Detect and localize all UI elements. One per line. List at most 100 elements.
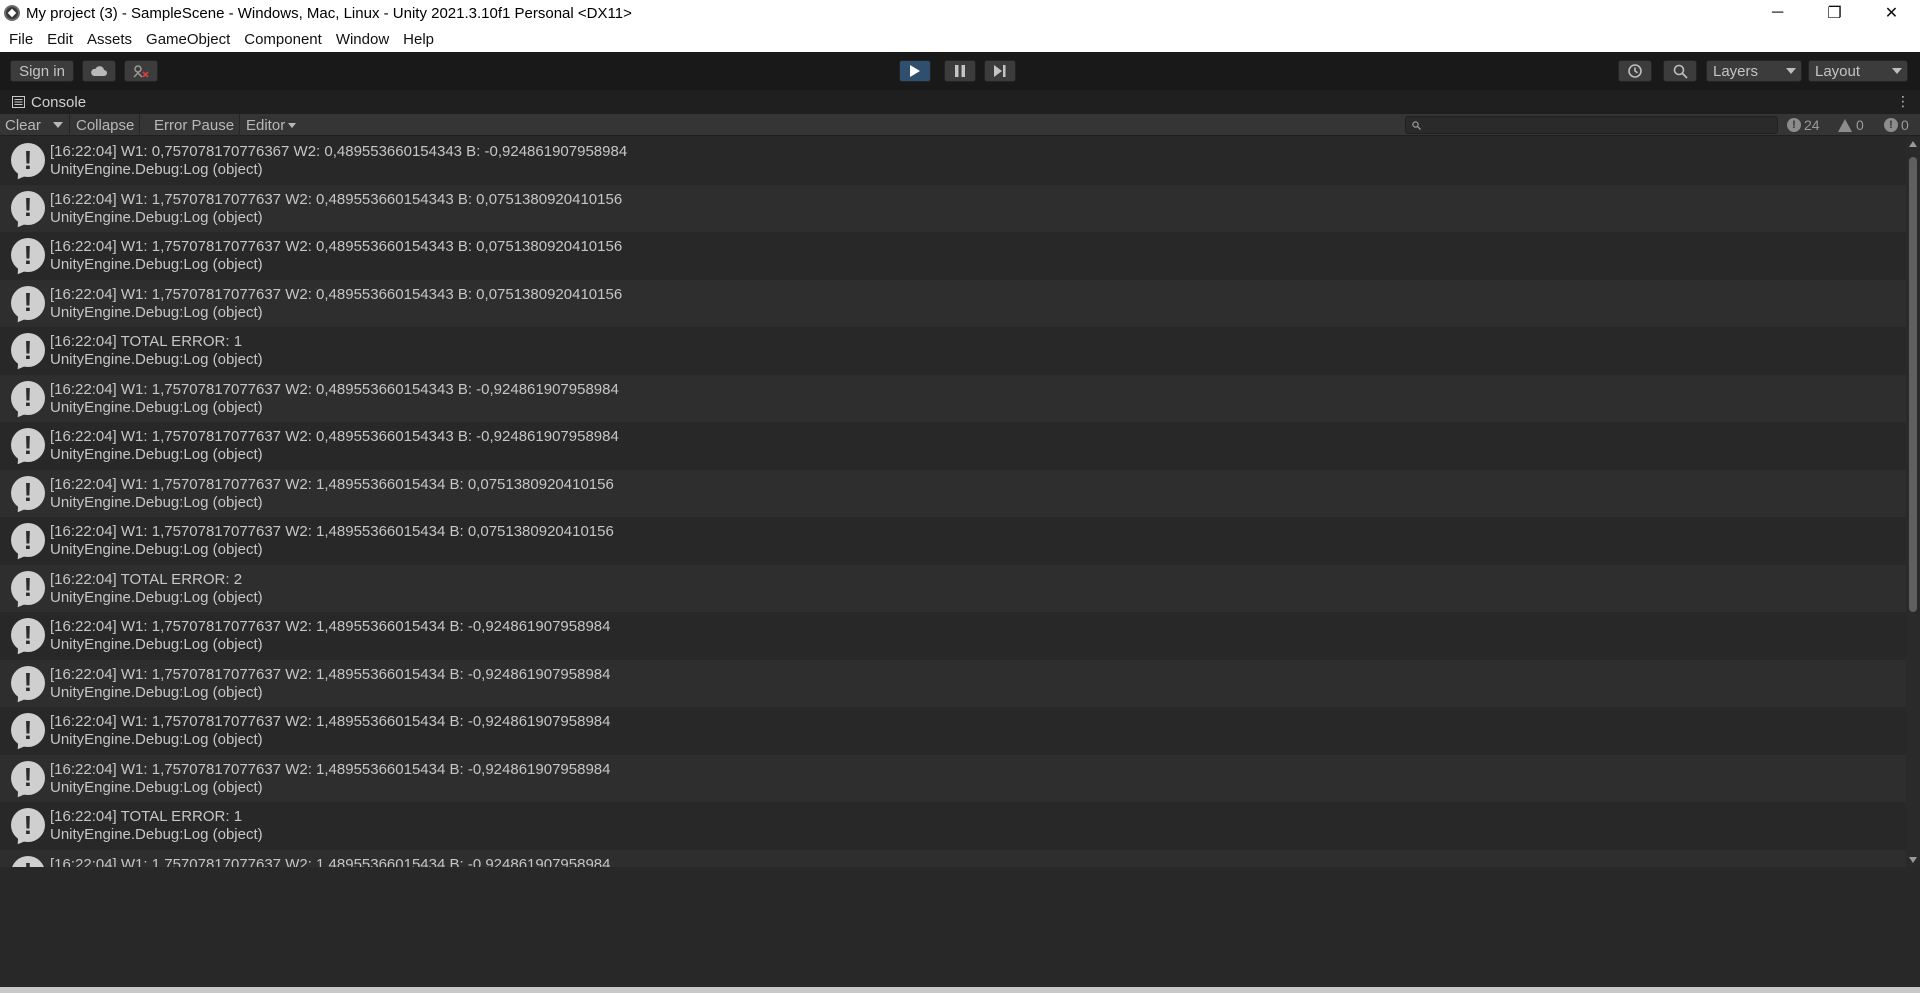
- log-source: UnityEngine.Debug:Log (object): [50, 446, 263, 463]
- menu-component[interactable]: Component: [237, 31, 329, 48]
- log-info-icon: !: [11, 570, 45, 605]
- log-message: [16:22:04] W1: 1,75707817077637 W2: 0,48…: [50, 285, 623, 303]
- log-entry[interactable]: ! [16:22:04] W1: 1,75707817077637 W2: 1,4…: [0, 849, 1906, 868]
- log-scrollbar[interactable]: [1906, 137, 1920, 867]
- console-search-input[interactable]: [1405, 116, 1778, 134]
- layout-dropdown[interactable]: Layout: [1808, 60, 1908, 82]
- warning-count: 0: [1856, 117, 1864, 133]
- log-entry[interactable]: ! [16:22:04] W1: 1,75707817077637 W2: 1,4…: [0, 517, 1906, 565]
- menu-edit[interactable]: Edit: [40, 31, 80, 48]
- log-info-icon: !: [11, 713, 45, 747]
- minimize-button[interactable]: ─: [1749, 0, 1806, 26]
- log-count-toggle[interactable]: ! 24: [1787, 114, 1820, 136]
- log-entry[interactable]: ! [16:22:04] W1: 1,75707817077637 W2: 0,4…: [0, 422, 1906, 470]
- title-bar: My project (3) - SampleScene - Windows, …: [0, 0, 1920, 26]
- log-entry[interactable]: ! [16:22:04] W1: 1,75707817077637 W2: 1,4…: [0, 754, 1906, 802]
- log-info-icon: !: [11, 618, 45, 652]
- scroll-down-icon[interactable]: [1909, 857, 1917, 863]
- menu-file[interactable]: File: [2, 31, 40, 48]
- scroll-up-icon[interactable]: [1909, 141, 1917, 147]
- close-button[interactable]: ✕: [1863, 0, 1920, 26]
- log-message: [16:22:04] W1: 1,75707817077637 W2: 1,48…: [50, 855, 611, 868]
- collapse-toggle[interactable]: Collapse: [71, 114, 141, 136]
- pause-button[interactable]: [944, 60, 976, 82]
- log-message: [16:22:04] W1: 1,75707817077637 W2: 1,48…: [50, 618, 611, 635]
- editor-dropdown[interactable]: Editor: [241, 114, 301, 136]
- log-source: UnityEngine.Debug:Log (object): [50, 303, 263, 321]
- search-button[interactable]: [1663, 60, 1697, 82]
- log-info-icon: !: [11, 143, 45, 177]
- log-source: UnityEngine.Debug:Log (object): [50, 351, 263, 368]
- step-button[interactable]: [984, 60, 1016, 82]
- log-entry[interactable]: ! [16:22:04] W1: 1,75707817077637 W2: 0,4…: [0, 184, 1906, 232]
- sign-in-button[interactable]: Sign in: [10, 60, 74, 82]
- error-count-toggle[interactable]: ! 0: [1884, 114, 1909, 136]
- log-source: UnityEngine.Debug:Log (object): [50, 541, 263, 558]
- log-message: [16:22:04] TOTAL ERROR: 2: [50, 570, 243, 588]
- error-count: 0: [1901, 117, 1909, 133]
- log-source: UnityEngine.Debug:Log (object): [50, 208, 263, 226]
- log-message: [16:22:04] W1: 1,75707817077637 W2: 0,48…: [50, 190, 623, 208]
- cloud-button[interactable]: [82, 60, 116, 82]
- log-entry[interactable]: ! [16:22:04] W1: 1,75707817077637 W2: 1,4…: [0, 612, 1906, 660]
- log-info-icon: !: [11, 808, 45, 842]
- log-info-icon: !: [11, 238, 45, 272]
- console-tab-bar: Console ⋮: [0, 90, 1920, 114]
- log-info-icon: !: [11, 855, 45, 867]
- menu-help[interactable]: Help: [396, 31, 441, 48]
- log-info-icon: !: [11, 665, 45, 700]
- log-entry[interactable]: ! [16:22:04] W1: 1,75707817077637 W2: 1,4…: [0, 469, 1906, 517]
- log-entry[interactable]: ! [16:22:04] TOTAL ERROR: 1 UnityEngine.De…: [0, 327, 1906, 375]
- log-entry[interactable]: ! [16:22:04] TOTAL ERROR: 1 UnityEngine.De…: [0, 802, 1906, 850]
- menu-window[interactable]: Window: [329, 31, 396, 48]
- log-list: ! [16:22:04] W1: 0,757078170776367 W2: 0,…: [0, 137, 1906, 867]
- log-source: UnityEngine.Debug:Log (object): [50, 256, 263, 273]
- scroll-thumb[interactable]: [1909, 157, 1917, 612]
- log-message: [16:22:04] TOTAL ERROR: 1: [50, 808, 243, 825]
- log-source: UnityEngine.Debug:Log (object): [50, 683, 263, 701]
- history-button[interactable]: [1618, 60, 1652, 82]
- window-controls: ─ ❐ ✕: [1749, 0, 1920, 26]
- history-icon: [1628, 64, 1642, 78]
- log-info-icon: !: [11, 428, 45, 462]
- log-entry[interactable]: ! [16:22:04] W1: 0,757078170776367 W2: 0,…: [0, 137, 1906, 185]
- console-icon: [12, 96, 25, 108]
- log-source: UnityEngine.Debug:Log (object): [50, 493, 263, 511]
- log-entry[interactable]: ! [16:22:04] W1: 1,75707817077637 W2: 0,4…: [0, 232, 1906, 280]
- log-entry[interactable]: ! [16:22:04] W1: 1,75707817077637 W2: 1,4…: [0, 707, 1906, 755]
- layers-dropdown[interactable]: Layers: [1706, 60, 1802, 82]
- log-message: [16:22:04] W1: 0,757078170776367 W2: 0,4…: [50, 143, 628, 160]
- log-info-icon: !: [11, 190, 45, 225]
- log-source: UnityEngine.Debug:Log (object): [50, 161, 263, 178]
- collab-icon: [133, 65, 149, 78]
- log-source: UnityEngine.Debug:Log (object): [50, 398, 263, 416]
- menu-gameobject[interactable]: GameObject: [139, 31, 237, 48]
- error-pause-toggle[interactable]: Error Pause: [149, 114, 241, 136]
- close-icon: ✕: [1884, 5, 1899, 22]
- log-message: [16:22:04] TOTAL ERROR: 1: [50, 333, 243, 350]
- log-info-icon: !: [11, 475, 45, 510]
- restore-icon: ❐: [1827, 5, 1842, 22]
- play-button[interactable]: [899, 60, 931, 82]
- log-message: [16:22:04] W1: 1,75707817077637 W2: 0,48…: [50, 380, 619, 398]
- log-entry[interactable]: ! [16:22:04] W1: 1,75707817077637 W2: 1,4…: [0, 659, 1906, 707]
- log-entry[interactable]: ! [16:22:04] W1: 1,75707817077637 W2: 0,4…: [0, 374, 1906, 422]
- collab-button[interactable]: [124, 60, 158, 82]
- log-entry[interactable]: ! [16:22:04] W1: 1,75707817077637 W2: 0,4…: [0, 279, 1906, 327]
- menu-assets[interactable]: Assets: [80, 31, 139, 48]
- window-title: My project (3) - SampleScene - Windows, …: [26, 4, 632, 22]
- warning-count-toggle[interactable]: 0: [1838, 114, 1864, 136]
- log-entry[interactable]: ! [16:22:04] TOTAL ERROR: 2 UnityEngine.De…: [0, 564, 1906, 612]
- more-options-icon[interactable]: ⋮: [1896, 93, 1910, 110]
- log-source: UnityEngine.Debug:Log (object): [50, 778, 263, 796]
- log-message: [16:22:04] W1: 1,75707817077637 W2: 1,48…: [50, 475, 614, 493]
- clear-button[interactable]: Clear: [0, 114, 48, 136]
- tab-console[interactable]: Console: [31, 94, 86, 111]
- log-source: UnityEngine.Debug:Log (object): [50, 588, 263, 606]
- clear-options-dropdown[interactable]: [48, 114, 70, 136]
- error-pause-label: Error Pause: [154, 116, 235, 134]
- search-icon: [1673, 64, 1688, 79]
- log-count-icon: !: [1787, 118, 1801, 132]
- restore-button[interactable]: ❐: [1806, 0, 1863, 26]
- play-icon: [910, 65, 920, 77]
